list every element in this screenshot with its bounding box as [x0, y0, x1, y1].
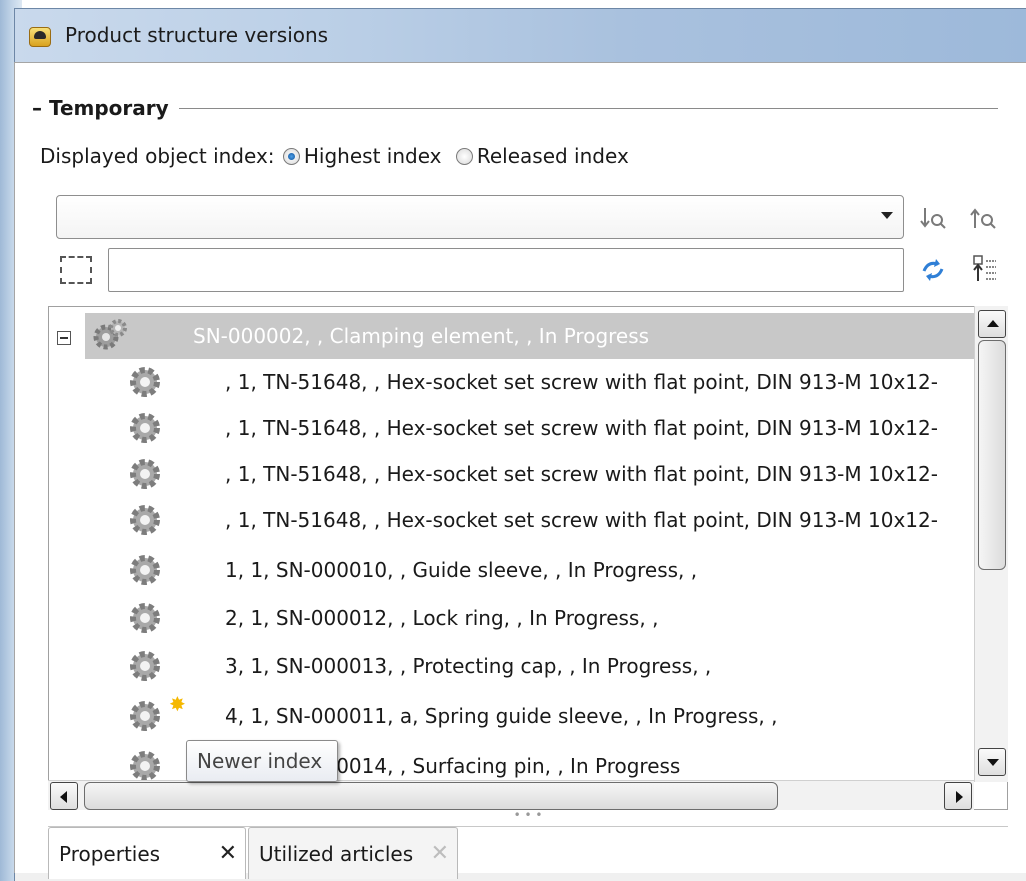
pane-splitter[interactable]: • • • [48, 809, 1008, 822]
tree-row[interactable]: 1, 1, SN-000010, , Guide sleeve, , In Pr… [49, 547, 979, 593]
filter-input[interactable] [108, 248, 904, 292]
gear-icon [130, 505, 160, 535]
group-title: – Temporary [32, 96, 179, 120]
gear-icon [130, 367, 160, 397]
window-title: Product structure versions [65, 23, 329, 47]
gear-icon [130, 701, 160, 731]
highest-index-label[interactable]: Highest index [304, 144, 442, 168]
horizontal-scrollbar[interactable] [48, 780, 974, 810]
group-title-text: Temporary [48, 96, 169, 120]
scroll-right-button[interactable] [944, 782, 972, 810]
tree-row-label: , 1, TN-51648, , Hex-socket set screw wi… [225, 416, 938, 440]
tree-row-label: 1, 1, SN-000010, , Guide sleeve, , In Pr… [225, 558, 698, 582]
sort-up-search-icon[interactable] [968, 203, 998, 233]
gear-group-icon [93, 319, 127, 350]
horizontal-scroll-thumb[interactable] [84, 782, 778, 810]
tree-row-label: 2, 1, SN-000012, , Lock ring, , In Progr… [225, 606, 659, 630]
tree-row[interactable]: 3, 1, SN-000013, , Protecting cap, , In … [49, 643, 979, 689]
app-icon [29, 27, 51, 47]
tree-row-label: , 1, TN-51648, , Hex-socket set screw wi… [225, 462, 938, 486]
refresh-arrows-icon[interactable] [918, 255, 948, 285]
close-icon[interactable]: ✕ [431, 828, 449, 880]
tree-row[interactable]: , 1, TN-51648, , Hex-socket set screw wi… [49, 359, 979, 405]
released-index-radio[interactable] [455, 148, 473, 165]
newer-index-star-icon: ✸ [169, 692, 186, 716]
tree-row[interactable]: , 1, TN-51648, , Hex-socket set screw wi… [49, 451, 979, 497]
close-icon[interactable]: ✕ [219, 828, 237, 880]
scroll-down-button[interactable] [978, 748, 1006, 776]
arrow-up-icon [987, 320, 999, 327]
structure-tree[interactable]: SN-000002, , Clamping element, , In Prog… [48, 306, 1008, 810]
tree-root-label: SN-000002, , Clamping element, , In Prog… [193, 324, 650, 348]
search-combo[interactable] [56, 195, 904, 239]
bottom-tab-bar: Properties ✕ Utilized articles ✕ [48, 826, 1008, 881]
tree-row[interactable]: , 1, TN-51648, , Hex-socket set screw wi… [49, 405, 979, 451]
tree-row[interactable]: 2, 1, SN-000012, , Lock ring, , In Progr… [49, 595, 979, 641]
group-divider [40, 108, 998, 109]
index-selector: Displayed object index: Highest index Re… [40, 144, 629, 168]
gear-icon [130, 603, 160, 633]
vertical-scrollbar[interactable] [974, 306, 1008, 782]
tree-row[interactable]: , 1, TN-51648, , Hex-socket set screw wi… [49, 497, 979, 543]
tree-row-label: , 1, TN-51648, , Hex-socket set screw wi… [225, 370, 938, 394]
column-settings-icon[interactable] [968, 253, 998, 283]
tree-row-label: 4, 1, SN-000011, a, Spring guide sleeve,… [225, 704, 778, 728]
highest-index-radio[interactable] [282, 148, 300, 165]
gear-icon [130, 459, 160, 489]
sort-down-search-icon[interactable] [918, 203, 948, 233]
arrow-right-icon [956, 791, 963, 803]
tab-properties-label: Properties [59, 842, 161, 866]
chevron-down-icon[interactable] [881, 212, 893, 219]
arrow-down-icon [987, 759, 999, 766]
selection-marquee-icon[interactable] [60, 256, 92, 284]
gear-icon [130, 413, 160, 443]
tree-row-label: 3, 1, SN-000013, , Protecting cap, , In … [225, 654, 712, 678]
tab-utilized-articles[interactable]: Utilized articles ✕ [248, 827, 458, 879]
newer-index-tooltip: Newer index [186, 740, 338, 782]
tree-row[interactable]: ✸ 4, 1, SN-000011, a, Spring guide sleev… [49, 692, 979, 739]
released-index-label[interactable]: Released index [477, 144, 629, 168]
gear-icon [130, 555, 160, 585]
title-bar[interactable]: Product structure versions [15, 9, 1026, 65]
scroll-left-button[interactable] [50, 782, 78, 810]
vertical-scroll-thumb[interactable] [978, 340, 1006, 570]
scroll-up-button[interactable] [978, 310, 1006, 338]
gear-icon [130, 651, 160, 681]
index-selector-label: Displayed object index: [40, 144, 275, 168]
collapse-toggle-icon[interactable] [57, 331, 71, 345]
tree-row-label: , 1, TN-51648, , Hex-socket set screw wi… [225, 508, 938, 532]
arrow-left-icon [60, 791, 67, 803]
tree-root-row[interactable]: SN-000002, , Clamping element, , In Prog… [85, 313, 975, 359]
tab-utilized-articles-label: Utilized articles [259, 842, 414, 866]
tab-properties[interactable]: Properties ✕ [48, 827, 246, 879]
